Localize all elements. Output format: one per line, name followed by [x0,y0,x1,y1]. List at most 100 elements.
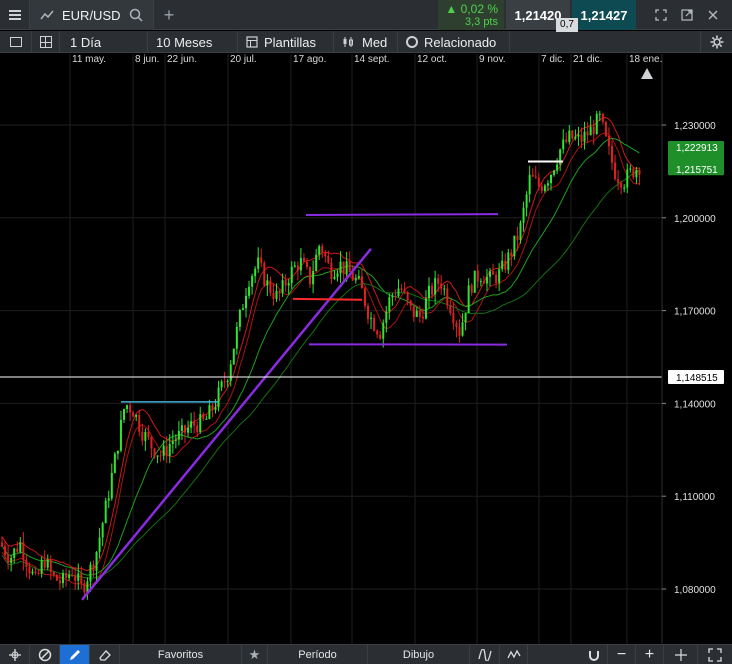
fit-screen-button[interactable] [698,645,732,664]
symbol-tab[interactable]: EUR/USD [30,0,154,30]
y-tick-label: 1,170000 [674,307,716,318]
panel-icon [9,37,22,47]
period-label: Período [298,649,337,661]
detach-icon[interactable] [674,0,700,30]
star-button[interactable]: ★ [242,645,268,664]
cursor-tool-button[interactable] [0,645,30,664]
y-tick-label: 1,200000 [674,214,716,225]
candle-body [193,421,196,426]
favorites-button[interactable]: Favoritos [120,645,242,664]
candle-body [348,261,351,272]
draw-tool-button[interactable] [60,645,90,664]
candle-body [540,186,543,192]
candle-body [13,548,16,558]
add-tab-button[interactable]: + [154,0,184,30]
candle-body [123,409,125,420]
period-button[interactable]: Período [268,645,368,664]
candle-body [248,286,251,296]
x-tick-label: 18 ene. [629,54,663,65]
candle-body [159,455,162,457]
layout-button[interactable] [32,31,60,53]
candle-body [126,405,129,410]
candle-body [7,555,10,563]
candle-body [138,414,141,432]
change-percent: ▲ 0,02 % [445,2,498,16]
templates-button[interactable]: Plantillas [238,31,334,53]
candle-body [205,418,208,420]
candle-body [543,185,546,192]
related-button[interactable]: Relacionado [398,31,510,53]
disable-drawing-button[interactable] [30,645,60,664]
candle-body [339,261,342,274]
candle-body [528,174,531,195]
candle-body [354,278,357,281]
price-chart[interactable]: 1,230000 1,200000 1,170000 1,140000 1,110000… [0,54,732,644]
crosshair-toggle-button[interactable] [664,645,698,664]
candle-body [382,322,385,339]
menu-button[interactable] [0,0,30,30]
range-dropdown[interactable]: 10 Meses [148,31,238,53]
candle-body [324,252,327,257]
zoom-in-button[interactable]: + [636,645,664,664]
candle-body [22,542,25,561]
candle-body [299,258,302,271]
buy-price-button[interactable]: 1,21427 [572,0,636,30]
eraser-button[interactable] [90,645,120,664]
candle-body [458,327,461,336]
candle-body [263,262,266,286]
studies-button[interactable] [500,645,528,664]
minus-icon: − [616,646,627,663]
candle-body [199,413,202,433]
candle-body [260,257,263,263]
interval-label: 1 Día [70,34,102,50]
chart-style-label: Med [362,34,388,50]
candle-body [119,419,122,451]
candle-body [95,551,98,571]
ma-fast-lower [1,132,640,587]
magnet-button[interactable] [580,645,608,664]
candle-body [443,288,446,290]
candle-body [40,560,43,574]
candle-body [406,292,409,301]
candle-body [214,407,217,411]
candle-body [272,292,275,299]
bottom-bar: Favoritos ★ Período Dibujo − + [0,644,732,664]
pop-out-icon[interactable] [648,0,674,30]
zoom-out-button[interactable]: − [608,645,636,664]
settings-button[interactable] [700,31,732,53]
y-tick-label: 1,110000 [674,492,715,503]
candle-body [278,290,281,294]
arrow-up-icon [641,68,653,79]
candle-body [446,288,449,306]
chart-style-button[interactable]: Med [334,31,398,53]
candle-body [607,136,610,147]
crosshair-icon [8,649,21,661]
eraser-icon [98,650,111,661]
candle-body [269,280,272,293]
candle-body [156,455,159,457]
close-icon[interactable] [700,0,726,30]
drawing-button[interactable]: Dibujo [368,645,470,664]
candle-body [65,573,68,578]
candle-body [254,268,257,277]
indicator-button[interactable] [470,645,500,664]
candle-body [470,285,473,293]
candle-body [290,266,293,284]
candle-body [601,113,604,123]
candle-body [162,445,165,456]
candle-body [306,261,308,267]
interval-dropdown[interactable]: 1 Día [62,31,148,53]
wave-icon [477,649,492,661]
candle-body [31,571,34,574]
candle-body [251,276,254,287]
candle-body [333,276,336,279]
candle-body [516,235,519,240]
no-entry-icon [38,648,51,662]
candle-body [522,207,525,223]
candle-body [177,430,180,440]
candle-body [418,310,421,317]
candle-body [632,168,635,178]
candle-body [147,431,150,438]
panel-toggle-button[interactable] [0,31,32,53]
search-icon[interactable] [129,8,143,22]
